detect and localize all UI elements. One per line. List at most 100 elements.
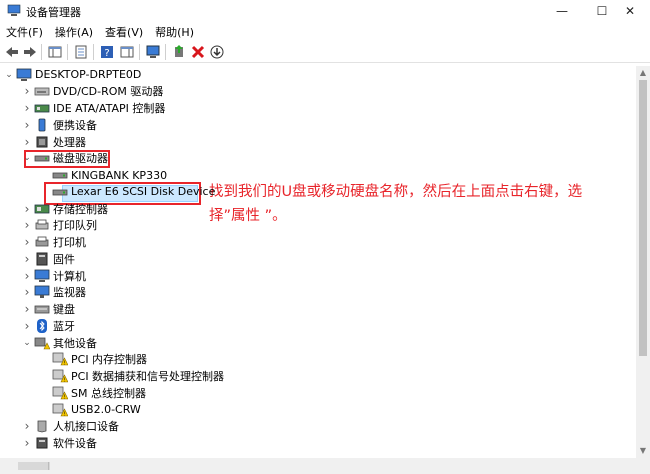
keyboard-icon — [34, 302, 50, 316]
print-queue-icon — [34, 218, 50, 232]
printer-icon — [34, 235, 50, 249]
tree-item-dvd-drive[interactable]: › DVD/CD-ROM 驱动器 — [22, 83, 164, 100]
svg-text:!: ! — [63, 394, 65, 400]
tree-item-label: USB2.0-CRW — [71, 403, 141, 416]
other-device-item[interactable]: ! SM 总线控制器 — [40, 384, 146, 401]
svg-text:!: ! — [63, 378, 65, 384]
collapsed-chevron-icon[interactable]: › — [22, 252, 32, 266]
expanded-chevron-icon[interactable]: ⌄ — [22, 153, 32, 163]
collapsed-chevron-icon[interactable]: › — [22, 419, 32, 433]
tree-item-keyboard[interactable]: › 键盘 — [22, 301, 75, 318]
tree-item-portable-device[interactable]: › 便携设备 — [22, 116, 97, 133]
tree-item-label: 人机接口设备 — [53, 420, 119, 434]
tree-item-hid[interactable]: › 人机接口设备 — [22, 418, 119, 435]
tree-item-label: 便携设备 — [53, 118, 97, 132]
tree-item-label: PCI 数据捕获和信号处理控制器 — [71, 370, 225, 383]
collapsed-chevron-icon[interactable]: › — [22, 285, 32, 299]
hid-icon — [34, 419, 50, 433]
horizontal-scroll-thumb[interactable] — [18, 462, 50, 470]
ide-controller-icon — [34, 101, 50, 115]
disk-child-icon — [52, 168, 68, 182]
forward-arrow-icon[interactable] — [21, 43, 39, 61]
tree-item-label: 处理器 — [53, 135, 86, 149]
other-device-item[interactable]: ! PCI 数据捕获和信号处理控制器 — [40, 368, 224, 385]
tree-item-label: 计算机 — [53, 269, 86, 283]
disk-device-item[interactable]: KINGBANK KP330 — [40, 167, 167, 184]
tree-item-disk-drive[interactable]: ⌄ 磁盘驱动器 — [22, 150, 108, 167]
enable-device-icon[interactable] — [208, 43, 226, 61]
tree-item-label: DESKTOP-DRPTE0D — [35, 68, 142, 81]
toolbar-separator — [93, 44, 94, 60]
computer-icon — [34, 269, 50, 283]
collapsed-chevron-icon[interactable]: › — [22, 436, 32, 450]
monitor-icon — [34, 285, 50, 299]
tree-item-bluetooth[interactable]: › 蓝牙 — [22, 317, 75, 334]
tree-item-printer[interactable]: › 打印机 — [22, 234, 86, 251]
tree-root-computer[interactable]: ⌄ DESKTOP-DRPTE0D — [4, 66, 141, 83]
close-button[interactable]: ✕ — [610, 0, 650, 22]
collapsed-chevron-icon[interactable]: › — [22, 302, 32, 316]
collapsed-chevron-icon[interactable]: › — [22, 269, 32, 283]
toolbar-separator — [41, 44, 42, 60]
window-title: 设备管理器 — [26, 6, 81, 19]
collapsed-chevron-icon[interactable]: › — [22, 218, 32, 232]
svg-text:!: ! — [63, 411, 65, 417]
collapsed-chevron-icon[interactable]: › — [22, 202, 32, 216]
tree-item-print-queue[interactable]: › 打印队列 — [22, 217, 97, 234]
horizontal-scrollbar[interactable] — [0, 458, 650, 474]
scroll-up-icon[interactable]: ▲ — [636, 66, 650, 80]
firmware-icon — [34, 252, 50, 266]
collapsed-chevron-icon[interactable]: › — [22, 84, 32, 98]
scan-hardware-icon[interactable] — [144, 43, 162, 61]
warning-device-icon: ! — [52, 386, 68, 400]
tree-item-ide-controller[interactable]: › IDE ATA/ATAPI 控制器 — [22, 100, 166, 117]
other-devices-icon — [34, 336, 50, 350]
minimize-button[interactable]: — — [542, 0, 582, 22]
scroll-down-icon[interactable]: ▼ — [636, 444, 650, 458]
help-icon[interactable]: ? — [98, 43, 116, 61]
tree-item-other-devices[interactable]: ⌄ 其他设备 — [22, 334, 97, 351]
tree-item-computer[interactable]: › 计算机 — [22, 267, 86, 284]
expanded-chevron-icon[interactable]: ⌄ — [22, 338, 32, 348]
vertical-scrollbar[interactable]: ▲ ▼ — [636, 66, 650, 458]
toolbar-separator — [139, 44, 140, 60]
collapsed-chevron-icon[interactable]: › — [22, 135, 32, 149]
vertical-scroll-thumb[interactable] — [639, 80, 647, 356]
back-arrow-icon[interactable] — [3, 43, 21, 61]
collapsed-chevron-icon[interactable]: › — [22, 101, 32, 115]
tree-item-storage-controller[interactable]: › 存储控制器 — [22, 200, 108, 217]
device-tree[interactable]: ⌄ DESKTOP-DRPTE0D › DVD/CD-ROM 驱动器 › IDE ATA/… — [0, 66, 636, 458]
tree-item-monitor[interactable]: › 监视器 — [22, 284, 86, 301]
action-pane-icon[interactable] — [118, 43, 136, 61]
tree-item-processor[interactable]: › 处理器 — [22, 133, 86, 150]
collapsed-chevron-icon[interactable]: › — [22, 118, 32, 132]
show-hide-tree-icon[interactable] — [46, 43, 64, 61]
computer-root-icon — [16, 68, 32, 82]
tree-item-software-device[interactable]: › 软件设备 — [22, 435, 97, 452]
menu-file[interactable]: 文件(F) — [0, 22, 49, 40]
tree-item-label: 键盘 — [53, 303, 75, 316]
collapsed-chevron-icon[interactable]: › — [22, 235, 32, 249]
tree-item-firmware[interactable]: › 固件 — [22, 250, 75, 267]
menu-action[interactable]: 操作(A) — [49, 22, 99, 40]
portable-device-icon — [34, 118, 50, 132]
tree-item-label: DVD/CD-ROM 驱动器 — [53, 85, 164, 99]
tree-item-label: 磁盘驱动器 — [53, 152, 108, 166]
menu-view[interactable]: 查看(V) — [99, 22, 149, 40]
disk-child-icon — [52, 185, 68, 199]
processor-icon — [34, 135, 50, 149]
title-bar: 设备管理器 — ☐ ✕ — [0, 0, 650, 22]
disk-device-item[interactable]: Lexar E6 SCSI Disk Device — [40, 183, 215, 200]
svg-text:!: ! — [63, 361, 65, 367]
expanded-chevron-icon[interactable]: ⌄ — [4, 70, 14, 80]
uninstall-device-icon[interactable] — [189, 43, 207, 61]
toolbar-separator — [67, 44, 68, 60]
menu-help[interactable]: 帮助(H) — [149, 22, 200, 40]
other-device-item[interactable]: ! PCI 内存控制器 — [40, 351, 147, 368]
toolbar: ? — [0, 41, 650, 63]
update-driver-icon[interactable] — [170, 43, 188, 61]
collapsed-chevron-icon[interactable]: › — [22, 319, 32, 333]
tree-item-label: 打印机 — [53, 236, 86, 249]
other-device-item[interactable]: ! USB2.0-CRW — [40, 401, 141, 418]
properties-icon[interactable] — [72, 43, 90, 61]
